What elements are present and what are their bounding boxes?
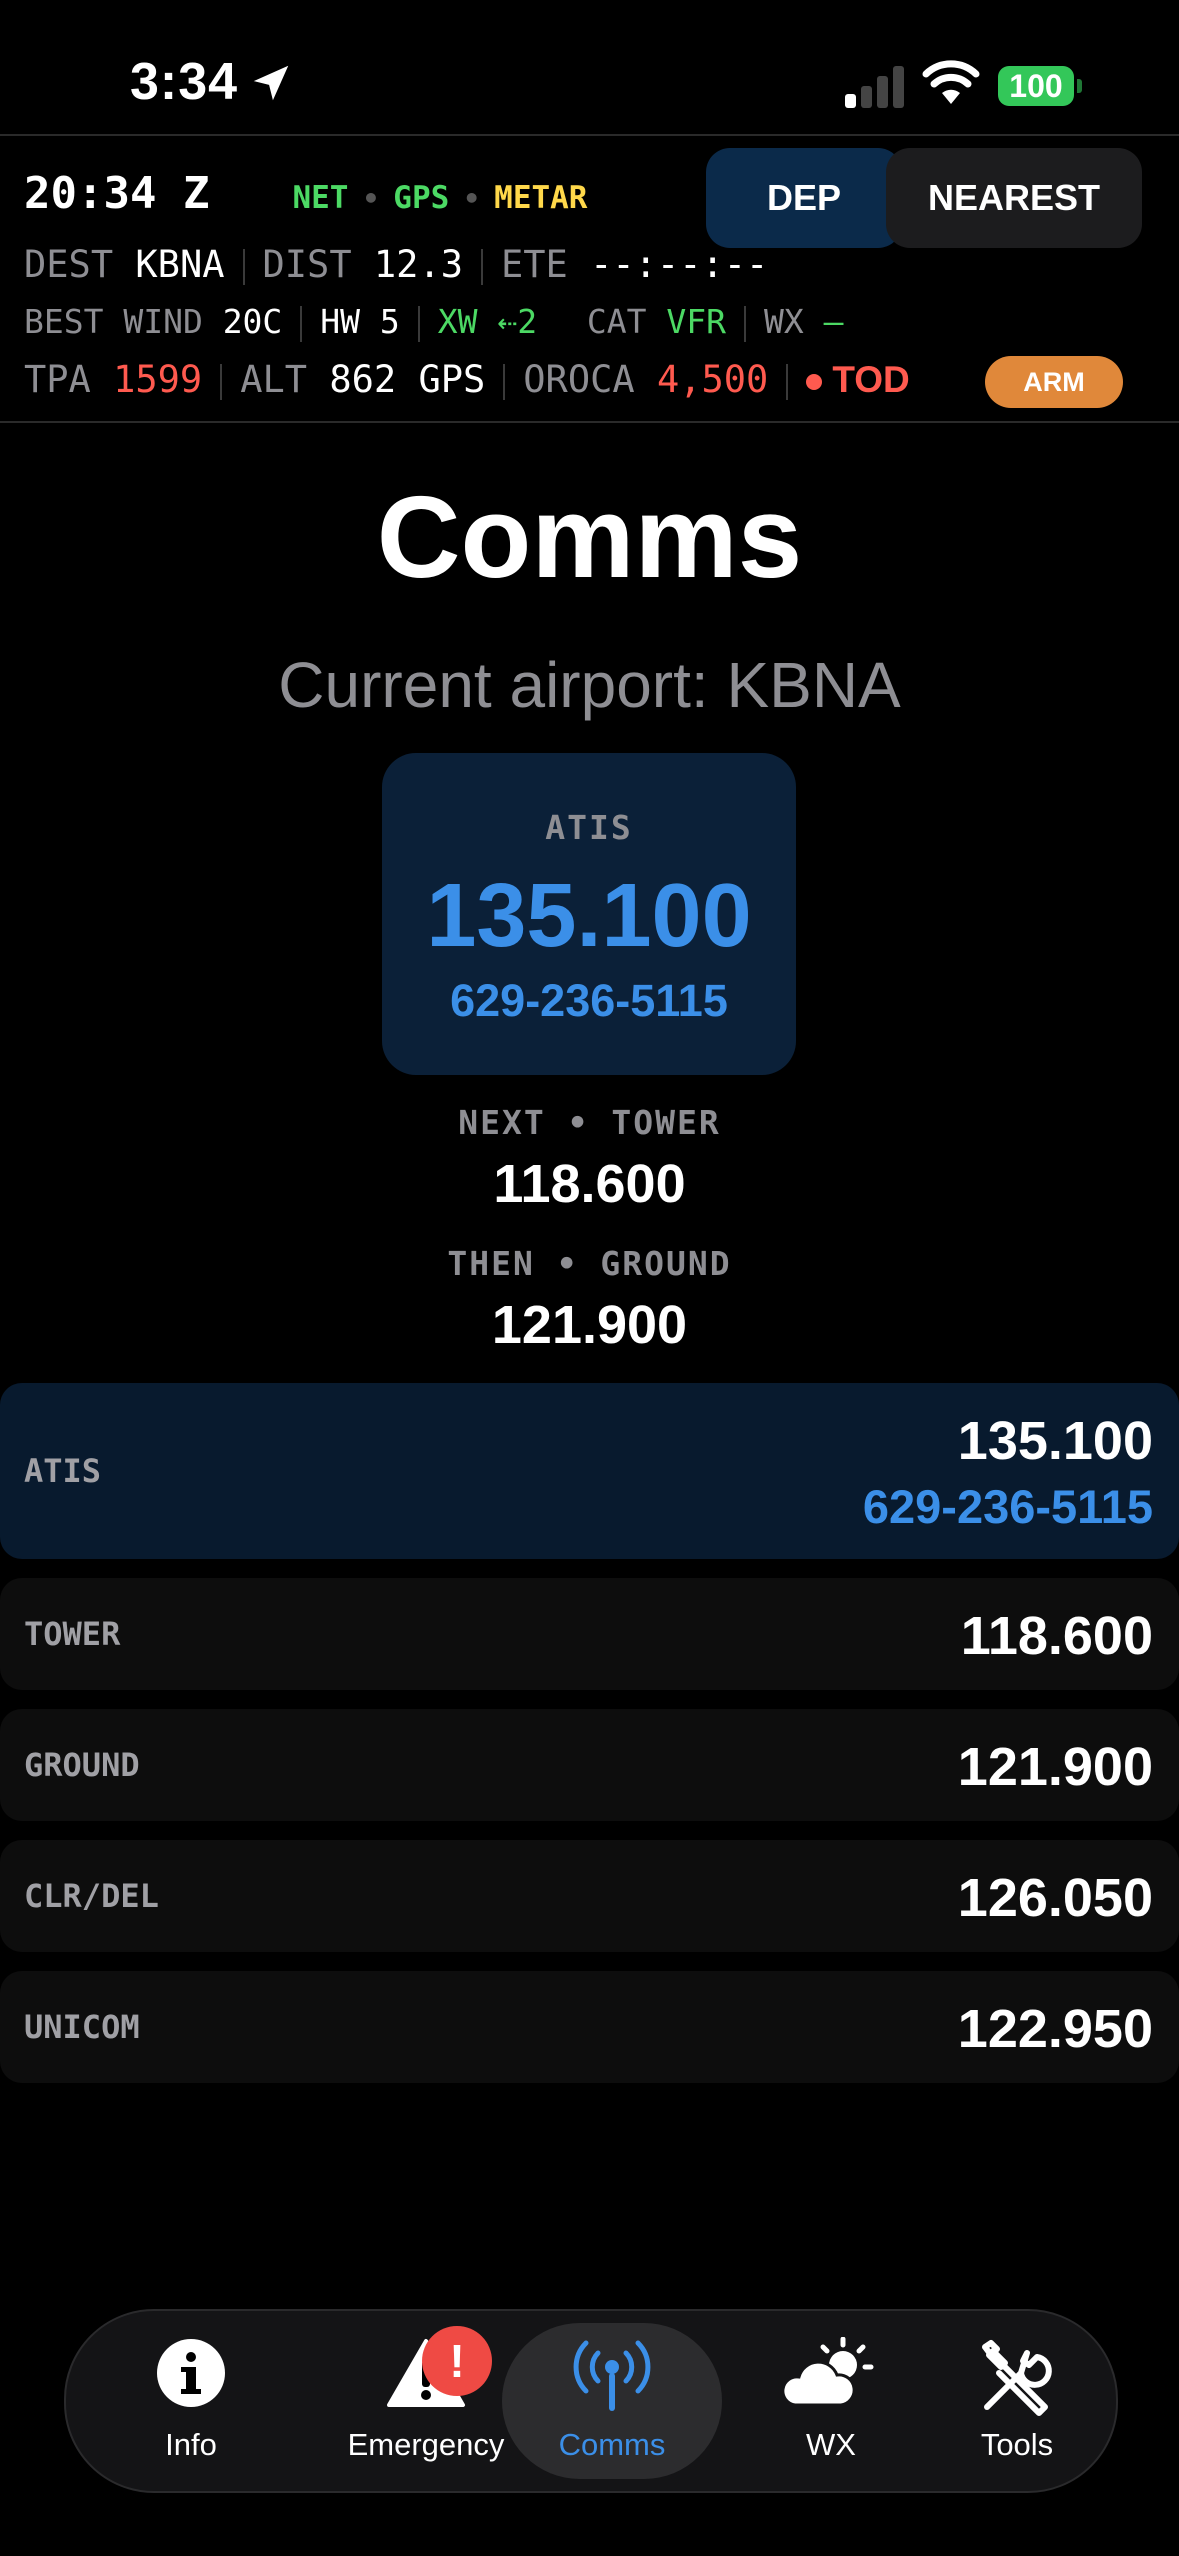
- zulu-row: 20:34 Z NET • GPS • METAR: [24, 168, 588, 219]
- wifi-icon: [922, 60, 980, 104]
- atis-card-frequency[interactable]: 135.100: [382, 865, 796, 968]
- frequency-row-value[interactable]: 118.600: [961, 1605, 1153, 1667]
- tab-info[interactable]: Info: [106, 2311, 276, 2491]
- nav-row: DEST KBNA DIST 12.3 ETE --:--:--: [24, 243, 768, 286]
- ete-value: --:--:--: [590, 243, 769, 286]
- wx-label: WX: [764, 302, 804, 341]
- oroca-value: 4,500: [656, 358, 769, 401]
- page-title: Comms: [376, 472, 803, 602]
- frequency-row-name: CLR/DEL: [24, 1877, 159, 1915]
- dest-value: KBNA: [135, 243, 225, 286]
- tab-label: Comms: [558, 2427, 666, 2462]
- dep-button[interactable]: DEP: [706, 148, 902, 248]
- crosswind-value: ⇠2: [497, 302, 538, 341]
- alt-value: 862: [329, 358, 397, 401]
- frequency-row-clrdel[interactable]: CLR/DEL 126.050: [0, 1840, 1179, 1952]
- altitude-row: TPA 1599 ALT 862 GPS OROCA 4,500 TOD: [24, 358, 910, 401]
- frequency-row-value[interactable]: 121.900: [958, 1736, 1153, 1798]
- header-divider-bottom: [0, 421, 1179, 423]
- tpa-label: TPA: [24, 358, 91, 401]
- status-time: 3:34: [130, 53, 239, 111]
- antenna-icon: [573, 2340, 651, 2411]
- crosswind-label: XW: [437, 302, 478, 341]
- nearest-button[interactable]: NEAREST: [886, 148, 1142, 248]
- best-wind-label: BEST WIND: [24, 302, 203, 341]
- frequency-row-name: UNICOM: [24, 2008, 140, 2046]
- best-wind-value: 20C: [222, 302, 283, 341]
- wind-row: BEST WIND 20C HW 5 XW ⇠2 CAT VFR WX —: [24, 302, 844, 342]
- atis-card[interactable]: ATIS 135.100 629-236-5115: [382, 753, 796, 1075]
- frequency-row-atis[interactable]: ATIS 135.100 629-236-5115: [0, 1383, 1179, 1559]
- dest-label: DEST: [24, 243, 114, 286]
- tab-bar: Info Emergency Comms WX Tools: [64, 2309, 1118, 2493]
- dist-value: 12.3: [373, 243, 463, 286]
- info-icon: [157, 2339, 225, 2407]
- frequency-row-tower[interactable]: TOWER 118.600: [0, 1578, 1179, 1690]
- cat-value: VFR: [666, 302, 726, 341]
- dist-label: DIST: [262, 243, 352, 286]
- frequency-row-ground[interactable]: GROUND 121.900: [0, 1709, 1179, 1821]
- tab-comms[interactable]: Comms: [502, 2323, 722, 2479]
- current-airport: Current airport: KBNA: [278, 649, 901, 721]
- alt-label: ALT: [240, 358, 308, 401]
- frequency-row-name: ATIS: [24, 1452, 102, 1490]
- headwind-value: HW 5: [320, 302, 400, 341]
- frequency-list: ATIS 135.100 629-236-5115 TOWER 118.600 …: [0, 1383, 1179, 2102]
- frequency-row-unicom[interactable]: UNICOM 122.950: [0, 1971, 1179, 2083]
- weather-icon: [781, 2337, 874, 2407]
- then-label: THEN • GROUND: [447, 1244, 732, 1283]
- tod-indicator-icon: [806, 373, 823, 390]
- frequency-row-value[interactable]: 122.950: [958, 1998, 1153, 2060]
- battery-tip: [1077, 79, 1082, 93]
- emergency-badge: !: [422, 2326, 492, 2396]
- frequency-row-name: TOWER: [24, 1615, 121, 1653]
- atis-card-label: ATIS: [545, 808, 633, 847]
- frequency-row-name: GROUND: [24, 1746, 140, 1784]
- frequency-row-phone[interactable]: 629-236-5115: [863, 1479, 1153, 1534]
- cat-label: CAT: [586, 302, 647, 341]
- wx-value: —: [823, 302, 844, 341]
- tools-icon: [982, 2340, 1052, 2416]
- source-net: NET: [292, 180, 349, 216]
- frequency-row-value[interactable]: 126.050: [958, 1867, 1153, 1929]
- tab-label: Tools: [980, 2427, 1054, 2462]
- status-bar: 3:34 100: [0, 0, 1179, 135]
- zulu-time: 20:34 Z: [24, 168, 210, 219]
- next-label: NEXT • TOWER: [458, 1103, 721, 1142]
- location-arrow-icon: [253, 65, 289, 101]
- source-gps: GPS: [393, 180, 450, 216]
- battery-icon: 100: [998, 66, 1074, 106]
- frequency-row-value[interactable]: 135.100: [958, 1410, 1153, 1472]
- tab-wx[interactable]: WX: [746, 2311, 916, 2491]
- next-frequency[interactable]: 118.600: [0, 1153, 1179, 1215]
- oroca-label: OROCA: [523, 358, 635, 401]
- source-metar: METAR: [494, 180, 588, 216]
- then-frequency[interactable]: 121.900: [0, 1294, 1179, 1356]
- tab-tools[interactable]: Tools: [932, 2311, 1102, 2491]
- tod-label: TOD: [832, 359, 910, 400]
- tab-label: Info: [165, 2427, 217, 2462]
- atis-card-phone[interactable]: 629-236-5115: [382, 975, 796, 1027]
- cellular-signal-icon: [845, 62, 905, 108]
- tab-label: WX: [806, 2427, 856, 2462]
- ete-label: ETE: [501, 243, 568, 286]
- alt-source: GPS: [418, 358, 486, 401]
- arm-button[interactable]: ARM: [985, 356, 1123, 408]
- tpa-value: 1599: [113, 358, 203, 401]
- header-divider-top: [0, 134, 1179, 136]
